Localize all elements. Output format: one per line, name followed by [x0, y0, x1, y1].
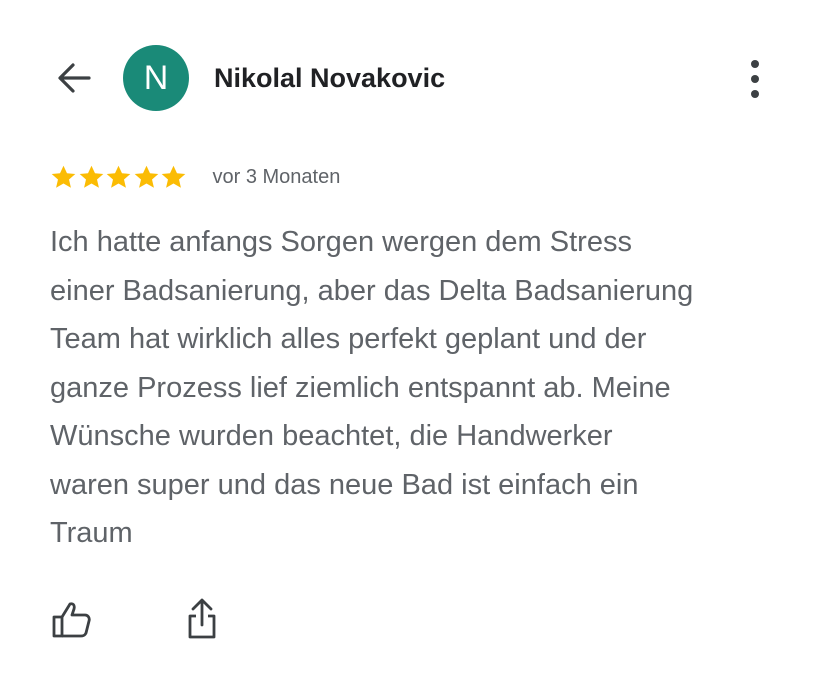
share-icon: [188, 598, 216, 639]
author-name[interactable]: Nikolal Novakovic: [214, 63, 445, 94]
review-line: Traum: [50, 517, 133, 549]
avatar-initial: N: [143, 58, 169, 97]
star-rating: [50, 164, 188, 191]
like-button[interactable]: [50, 598, 94, 642]
star-icon: [51, 165, 76, 188]
review-date: vor 3 Monaten: [212, 165, 341, 188]
review-line: waren super und das neue Bad ist einfach…: [50, 468, 639, 501]
rating-row: vor 3 Monaten: [50, 160, 340, 194]
thumb-up-icon: [52, 602, 91, 638]
review-line: ganze Prozess lief ziemlich entspannt ab…: [50, 371, 671, 404]
back-button[interactable]: [55, 58, 95, 98]
star-icon: [161, 165, 186, 188]
avatar[interactable]: N: [123, 45, 189, 111]
review-line: einer Badsanierung, aber das Delta Badsa…: [50, 274, 694, 307]
review-line: Team hat wirklich alles perfekt geplant …: [50, 323, 647, 355]
more-options-button[interactable]: [740, 56, 770, 102]
arrow-back-icon: [58, 63, 91, 93]
star-icon: [79, 165, 103, 188]
review-line: Wünsche wurden beachtet, die Handwerker: [50, 420, 613, 452]
review-text: Ich hatte anfangs Sorgen wergen dem Stre…: [50, 218, 790, 558]
share-button[interactable]: [180, 596, 224, 642]
star-icon: [106, 165, 131, 188]
review-line: Ich hatte anfangs Sorgen wergen dem Stre…: [50, 226, 632, 258]
star-icon: [134, 165, 158, 188]
more-vert-icon: [751, 60, 759, 98]
review-header: N Nikolal Novakovic: [0, 0, 829, 160]
